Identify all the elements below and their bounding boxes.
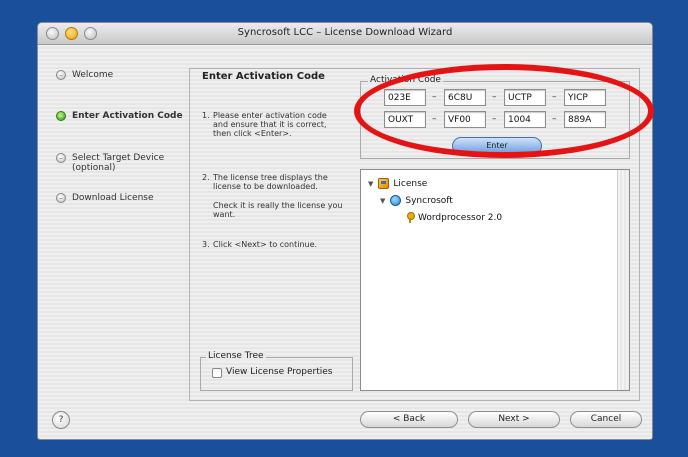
step-done-icon: –	[56, 70, 66, 80]
instruction-text: Please enter activation code and ensure …	[213, 111, 327, 138]
sidebar-item-enter-activation-code: – Enter Activation Code	[56, 111, 183, 121]
instruction-number: 2.	[202, 173, 210, 182]
step-pending-icon: –	[56, 193, 66, 203]
instruction-2: 2. The license tree displays the license …	[202, 173, 343, 191]
step-heading: Enter Activation Code	[202, 71, 325, 82]
title-bar: Syncrosoft LCC – License Download Wizard	[38, 23, 652, 45]
cancel-button[interactable]: Cancel	[570, 411, 642, 428]
tree-node-wordprocessor[interactable]: Wordprocessor 2.0	[406, 212, 502, 223]
step-pending-icon: –	[56, 153, 66, 163]
sidebar-item-label: Welcome	[72, 70, 114, 80]
sidebar-item-welcome: – Welcome	[56, 70, 113, 80]
view-license-properties-label[interactable]: View License Properties	[226, 367, 333, 377]
back-button[interactable]: < Back	[360, 411, 458, 428]
instruction-1: 1. Please enter activation code and ensur…	[202, 111, 343, 138]
instruction-2b: Check it is really the license you want.	[202, 201, 343, 219]
window-title: Syncrosoft LCC – License Download Wizard	[237, 27, 453, 38]
tree-node-label: License	[393, 178, 428, 189]
license-icon	[378, 178, 390, 189]
help-button[interactable]: ?	[52, 411, 70, 429]
tree-node-label: Wordprocessor 2.0	[418, 212, 503, 223]
company-icon	[390, 195, 402, 206]
next-button[interactable]: Next >	[468, 411, 560, 428]
instruction-number: 1.	[202, 111, 210, 120]
step-current-icon: –	[56, 111, 66, 121]
tree-node-license[interactable]: ▼ License	[368, 178, 427, 189]
sidebar-item-label: Select Target Device (optional)	[72, 153, 165, 173]
highlight-annotation	[354, 64, 654, 158]
instruction-3: 3. Click <Next> to continue.	[202, 240, 343, 249]
key-icon	[406, 212, 415, 223]
instruction-number: 3.	[202, 240, 210, 249]
view-license-properties-checkbox[interactable]	[212, 368, 222, 378]
sidebar-item-download-license: – Download License	[56, 193, 154, 203]
tree-scrollbar[interactable]	[617, 170, 629, 390]
sidebar-item-label: Download License	[72, 193, 154, 203]
license-tree-legend: License Tree	[206, 351, 266, 361]
tree-node-label: Syncrosoft	[405, 195, 453, 206]
disclosure-triangle-icon[interactable]: ▼	[368, 180, 373, 188]
sidebar-item-select-target-device: – Select Target Device (optional)	[56, 153, 164, 173]
instruction-text: The license tree displays the license to…	[213, 173, 328, 191]
instruction-text: Check it is really the license you want.	[213, 201, 343, 219]
instruction-text: Click <Next> to continue.	[213, 240, 318, 249]
tree-node-syncrosoft[interactable]: ▼ Syncrosoft	[380, 195, 453, 206]
disclosure-triangle-icon[interactable]: ▼	[380, 197, 385, 205]
sidebar-item-label: Enter Activation Code	[72, 111, 183, 121]
